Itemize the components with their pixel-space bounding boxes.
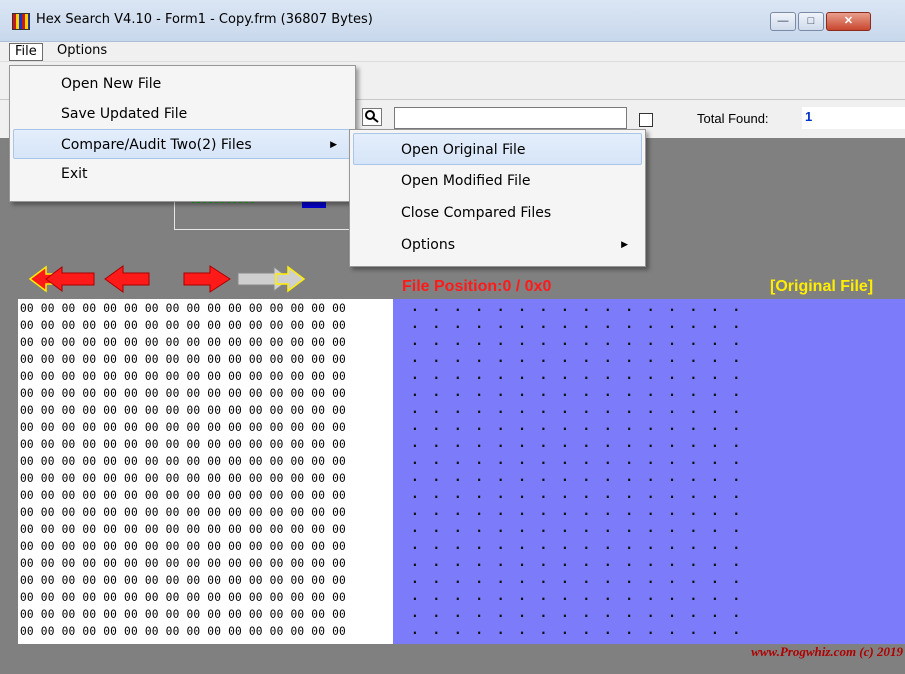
- hex-row: 00 00 00 00 00 00 00 00 00 00 00 00 00 0…: [20, 591, 346, 604]
- menu-item-close-compared-files[interactable]: Close Compared Files: [353, 197, 642, 229]
- ascii-row: ................: [411, 436, 754, 451]
- hex-row: 00 00 00 00 00 00 00 00 00 00 00 00 00 0…: [20, 319, 346, 332]
- prev-page-icon[interactable]: [103, 264, 153, 297]
- ascii-row: ................: [411, 606, 754, 621]
- total-found-label: Total Found:: [697, 111, 769, 126]
- hex-row: 00 00 00 00 00 00 00 00 00 00 00 00 00 0…: [20, 336, 346, 349]
- hex-view[interactable]: 00 00 00 00 00 00 00 00 00 00 00 00 00 0…: [18, 299, 393, 644]
- hex-row: 00 00 00 00 00 00 00 00 00 00 00 00 00 0…: [20, 540, 346, 553]
- ascii-row: ................: [411, 334, 754, 349]
- ascii-row: ................: [411, 487, 754, 502]
- hex-row: 00 00 00 00 00 00 00 00 00 00 00 00 00 0…: [20, 421, 346, 434]
- title-bar: Hex Search V4.10 - Form1 - Copy.frm (368…: [0, 0, 905, 42]
- ascii-row: ................: [411, 521, 754, 536]
- file-kind-label: [Original File]: [770, 278, 874, 295]
- hex-row: 00 00 00 00 00 00 00 00 00 00 00 00 00 0…: [20, 557, 346, 570]
- ascii-row: ................: [411, 504, 754, 519]
- menu-item-open-new-file[interactable]: Open New File: [13, 69, 352, 99]
- hex-row: 00 00 00 00 00 00 00 00 00 00 00 00 00 0…: [20, 455, 346, 468]
- search-input[interactable]: [394, 107, 627, 129]
- ascii-row: ................: [411, 572, 754, 587]
- hex-row: 00 00 00 00 00 00 00 00 00 00 00 00 00 0…: [20, 302, 346, 315]
- file-menu-dropdown: Open New File Save Updated File Compare/…: [9, 65, 356, 202]
- menu-item-save-updated-file[interactable]: Save Updated File: [13, 99, 352, 129]
- ascii-row: ................: [411, 538, 754, 553]
- hex-row: 00 00 00 00 00 00 00 00 00 00 00 00 00 0…: [20, 370, 346, 383]
- total-found-value: 1: [802, 107, 905, 129]
- menu-item-exit[interactable]: Exit: [13, 159, 352, 189]
- next-page-icon[interactable]: [180, 264, 234, 297]
- hex-row: 00 00 00 00 00 00 00 00 00 00 00 00 00 0…: [20, 608, 346, 621]
- ascii-row: ................: [411, 317, 754, 332]
- search-option-checkbox[interactable]: [639, 113, 653, 127]
- menu-item-open-original-file[interactable]: Open Original File: [353, 133, 642, 165]
- ascii-row: ................: [411, 589, 754, 604]
- menu-options[interactable]: Options: [52, 43, 112, 61]
- submenu-arrow-icon: ▶: [621, 240, 628, 250]
- hex-row: 00 00 00 00 00 00 00 00 00 00 00 00 00 0…: [20, 523, 346, 536]
- app-icon: [12, 13, 30, 30]
- minimize-button[interactable]: —: [770, 12, 796, 31]
- menu-item-label: Options: [401, 237, 456, 253]
- hex-row: 00 00 00 00 00 00 00 00 00 00 00 00 00 0…: [20, 625, 346, 638]
- ascii-row: ................: [411, 419, 754, 434]
- credit-text: www.Progwhiz.com (c) 2019: [751, 644, 903, 659]
- window-title: Hex Search V4.10 - Form1 - Copy.frm (368…: [36, 12, 373, 27]
- hex-row: 00 00 00 00 00 00 00 00 00 00 00 00 00 0…: [20, 404, 346, 417]
- menu-item-open-modified-file[interactable]: Open Modified File: [353, 165, 642, 197]
- hex-row: 00 00 00 00 00 00 00 00 00 00 00 00 00 0…: [20, 438, 346, 451]
- submenu-arrow-icon: ▶: [330, 140, 337, 150]
- ascii-row: ................: [411, 351, 754, 366]
- menu-item-compare-options[interactable]: Options ▶: [353, 229, 642, 261]
- file-position-label: File Position:0 / 0x0: [402, 278, 552, 295]
- hex-row: 00 00 00 00 00 00 00 00 00 00 00 00 00 0…: [20, 353, 346, 366]
- ascii-row: ................: [411, 470, 754, 485]
- maximize-button[interactable]: □: [798, 12, 824, 31]
- ascii-row: ................: [411, 300, 754, 315]
- ascii-row: ................: [411, 402, 754, 417]
- close-button[interactable]: ✕: [826, 12, 871, 31]
- ascii-row: ................: [411, 453, 754, 468]
- menu-file[interactable]: File: [9, 43, 43, 61]
- hex-row: 00 00 00 00 00 00 00 00 00 00 00 00 00 0…: [20, 574, 346, 587]
- search-icon[interactable]: [362, 108, 382, 126]
- ascii-row: ................: [411, 385, 754, 400]
- hex-row: 00 00 00 00 00 00 00 00 00 00 00 00 00 0…: [20, 506, 346, 519]
- hex-row: 00 00 00 00 00 00 00 00 00 00 00 00 00 0…: [20, 387, 346, 400]
- first-page-icon[interactable]: [28, 264, 98, 297]
- ascii-row: ................: [411, 555, 754, 570]
- hex-row: 00 00 00 00 00 00 00 00 00 00 00 00 00 0…: [20, 472, 346, 485]
- ascii-view[interactable]: ................ ................ ......…: [393, 299, 905, 644]
- ascii-row: ................: [411, 623, 754, 638]
- hex-row: 00 00 00 00 00 00 00 00 00 00 00 00 00 0…: [20, 489, 346, 502]
- compare-submenu: Open Original File Open Modified File Cl…: [349, 129, 646, 267]
- last-page-icon[interactable]: [236, 264, 306, 297]
- menu-item-label: Compare/Audit Two(2) Files: [61, 137, 252, 153]
- menu-item-compare-audit[interactable]: Compare/Audit Two(2) Files ▶: [13, 129, 352, 159]
- menu-bar: File Options: [0, 42, 905, 62]
- ascii-row: ................: [411, 368, 754, 383]
